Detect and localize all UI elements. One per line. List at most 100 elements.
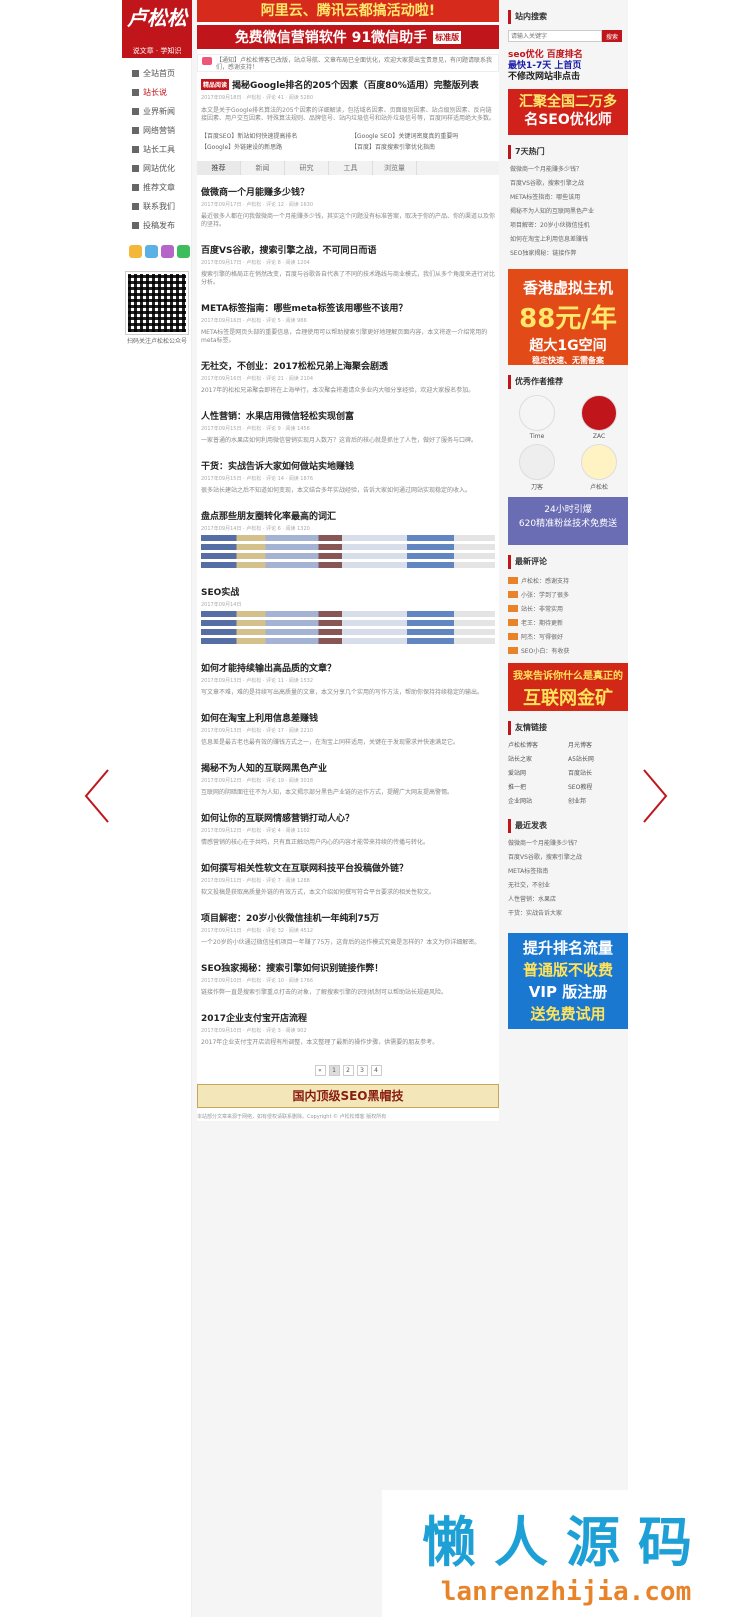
featured-title-row[interactable]: 精品阅读 揭秘Google排名的205个因素（百度80%适用）完整版列表 xyxy=(201,78,495,91)
seo-experts-ad[interactable]: 汇聚全国二万多 名SEO优化师 xyxy=(508,89,628,135)
nav-item[interactable]: 全站首页 xyxy=(122,64,191,83)
wechat-banner-text: 免费微信营销软件 91微信助手 xyxy=(234,30,428,46)
prev-arrow[interactable] xyxy=(82,766,112,826)
author-card[interactable]: 卢松松 xyxy=(570,444,628,491)
nav-item[interactable]: 投稿发布 xyxy=(122,216,191,235)
nav-item[interactable]: 站长说 xyxy=(122,83,191,102)
post-title[interactable]: 如何在淘宝上利用信息差赚钱 xyxy=(201,711,495,724)
nav-item[interactable]: 网络营销 xyxy=(122,121,191,140)
category-tab[interactable]: 浏览量 xyxy=(373,161,417,175)
nav-item[interactable]: 联系我们 xyxy=(122,197,191,216)
featured-title[interactable]: 揭秘Google排名的205个因素（百度80%适用）完整版列表 xyxy=(232,78,479,91)
comment-item[interactable]: 小张：学到了很多 xyxy=(508,587,628,601)
page-link[interactable]: « xyxy=(314,1065,326,1076)
post-title[interactable]: 如何才能持续输出高品质的文章？ xyxy=(201,661,495,674)
post-item: 揭秘不为人知的互联网黑色产业 2017年09月12日 · 卢松松 · 评论 19 … xyxy=(197,755,499,805)
hot-item[interactable]: 项目解密：20岁小伙微信挂机 xyxy=(508,219,628,233)
ranking-ad[interactable]: 提升排名流量 普通版不收费 VIP 版注册 送免费试用 xyxy=(508,933,628,1029)
category-tab[interactable]: 工具 xyxy=(329,161,373,175)
related-link[interactable]: 【Google】外链建设的新思路 xyxy=(201,142,345,151)
cloud-promo-banner[interactable]: 阿里云、腾讯云都搞活动啦! xyxy=(197,0,499,22)
post-title[interactable]: 如何让你的互联网情感营销打动人心？ xyxy=(201,811,495,824)
wechat-software-banner[interactable]: 免费微信营销软件 91微信助手 标准版 xyxy=(197,25,499,49)
seo-text-ad[interactable]: seo优化 百度排名 最快1-7天 上首页 不修改网站非点击 xyxy=(508,50,628,83)
post-title[interactable]: SEO独家揭秘：搜索引擎如何识别链接作弊！ xyxy=(201,961,495,974)
post-title[interactable]: 做微商一个月能赚多少钱？ xyxy=(201,185,495,198)
post-title[interactable]: SEO实战 xyxy=(201,585,495,598)
page-link[interactable]: 3 xyxy=(356,1065,368,1076)
friend-link[interactable]: 企业网站 xyxy=(508,795,568,809)
hot-item[interactable]: META标签指南：哪些该用 xyxy=(508,191,628,205)
author-card[interactable]: Time xyxy=(508,395,566,440)
site-logo[interactable]: 卢松松 xyxy=(122,0,192,46)
qr-caption: 扫码关注卢松松公众号 xyxy=(126,338,187,345)
recent-item[interactable]: 干货：实战告诉大家 xyxy=(508,907,628,921)
search-input[interactable] xyxy=(508,30,602,42)
comment-item[interactable]: 卢松松：感谢支持 xyxy=(508,573,628,587)
post-title[interactable]: 揭秘不为人知的互联网黑色产业 xyxy=(201,761,495,774)
nav-item[interactable]: 业界新闻 xyxy=(122,102,191,121)
post-title[interactable]: META标签指南：哪些meta标签该用哪些不该用？ xyxy=(201,301,495,314)
friend-link[interactable]: 月光博客 xyxy=(568,739,628,753)
post-title[interactable]: 干货：实战告诉大家如何做站实地赚钱 xyxy=(201,459,495,472)
search-button[interactable]: 搜索 xyxy=(602,30,622,42)
next-arrow[interactable] xyxy=(640,766,670,826)
page-link[interactable]: 1 xyxy=(328,1065,340,1076)
friend-link[interactable]: A5站长网 xyxy=(568,753,628,767)
wechat-icon[interactable] xyxy=(177,245,190,258)
recent-item[interactable]: 人性营销：水果店 xyxy=(508,893,628,907)
author-card[interactable]: ZAC xyxy=(570,395,628,440)
related-link[interactable]: 【百度】百度搜索引擎优化指南 xyxy=(351,142,495,151)
friend-link[interactable]: 爱站网 xyxy=(508,767,568,781)
qq-icon[interactable] xyxy=(145,245,158,258)
friend-link[interactable]: 百度站长 xyxy=(568,767,628,781)
hot-item[interactable]: 揭秘不为人知的互联网黑色产业 xyxy=(508,205,628,219)
category-tab[interactable]: 新闻 xyxy=(241,161,285,175)
recent-item[interactable]: 做微商一个月能赚多少钱？ xyxy=(508,837,628,851)
nav-item[interactable]: 推荐文章 xyxy=(122,178,191,197)
hot-item[interactable]: 百度VS谷歌，搜索引擎之战 xyxy=(508,177,628,191)
friend-link[interactable]: 创业邦 xyxy=(568,795,628,809)
post-title[interactable]: 盘点那些朋友圈转化率最高的词汇 xyxy=(201,509,495,522)
comment-icon xyxy=(508,576,518,584)
post-title[interactable]: 百度VS谷歌，搜索引擎之战，不可同日而语 xyxy=(201,243,495,256)
weibo-icon[interactable] xyxy=(129,245,142,258)
comment-item[interactable]: 阿杰：写得很好 xyxy=(508,629,628,643)
recent-item[interactable]: META标签指南 xyxy=(508,865,628,879)
recent-item[interactable]: 无社交，不创业 xyxy=(508,879,628,893)
related-link[interactable]: 【百度SEO】新站如何快速提高排名 xyxy=(201,131,345,140)
gold-mine-ad[interactable]: 我来告诉你什么是真正的 互联网金矿 xyxy=(508,663,628,711)
nav-item[interactable]: 站长工具 xyxy=(122,140,191,159)
author-grid: Time ZAC 刀客 卢松松 xyxy=(508,395,628,491)
post-title[interactable]: 如何撰写相关性软文在互联网科技平台投稿做外链？ xyxy=(201,861,495,874)
page-link[interactable]: 4 xyxy=(370,1065,382,1076)
post-title[interactable]: 无社交，不创业：2017松松兄弟上海聚会剧透 xyxy=(201,359,495,372)
page-link[interactable]: 2 xyxy=(342,1065,354,1076)
author-card[interactable]: 刀客 xyxy=(508,444,566,491)
category-tab[interactable]: 推荐 xyxy=(197,161,241,175)
hot-item[interactable]: SEO独家揭秘：链接作弊 xyxy=(508,247,628,261)
recent-item[interactable]: 百度VS谷歌，搜索引擎之战 xyxy=(508,851,628,865)
friend-link[interactable]: 卢松松博客 xyxy=(508,739,568,753)
nav-item[interactable]: 网站优化 xyxy=(122,159,191,178)
post-title[interactable]: 人性营销：水果店用微信轻松实现创富 xyxy=(201,409,495,422)
post-title[interactable]: 2017企业支付宝开店流程 xyxy=(201,1011,495,1024)
friend-link[interactable]: 推一把 xyxy=(508,781,568,795)
comment-icon xyxy=(508,646,518,654)
friend-link[interactable]: SEO教程 xyxy=(568,781,628,795)
comment-item[interactable]: 老王：期待更新 xyxy=(508,615,628,629)
hk-hosting-ad[interactable]: 香港虚拟主机 88元/年 超大1G空间 稳定快速、无需备案 xyxy=(508,269,628,365)
category-tab[interactable]: 研究 xyxy=(285,161,329,175)
bottom-ad-banner[interactable]: 国内顶级SEO黑帽技 xyxy=(197,1084,499,1108)
related-link[interactable]: 【Google SEO】关键词密度真的重要吗 xyxy=(351,131,495,140)
rss-icon[interactable] xyxy=(161,245,174,258)
post-title[interactable]: 项目解密：20岁小伙微信挂机一年纯利75万 xyxy=(201,911,495,924)
fans-ad[interactable]: 24小时引爆 620精准粉丝技术免费送 xyxy=(508,497,628,545)
comment-item[interactable]: SEO小白：有收获 xyxy=(508,643,628,657)
main-content: 阿里云、腾讯云都搞活动啦! 免费微信营销软件 91微信助手 标准版 【通知】卢松… xyxy=(197,0,499,1121)
comment-item[interactable]: 站长：非常实用 xyxy=(508,601,628,615)
friend-link[interactable]: 站长之家 xyxy=(508,753,568,767)
hot-item[interactable]: 如何在淘宝上利用信息差赚钱 xyxy=(508,233,628,247)
hot-item[interactable]: 做微商一个月能赚多少钱？ xyxy=(508,163,628,177)
author-name: 卢松松 xyxy=(589,484,608,491)
